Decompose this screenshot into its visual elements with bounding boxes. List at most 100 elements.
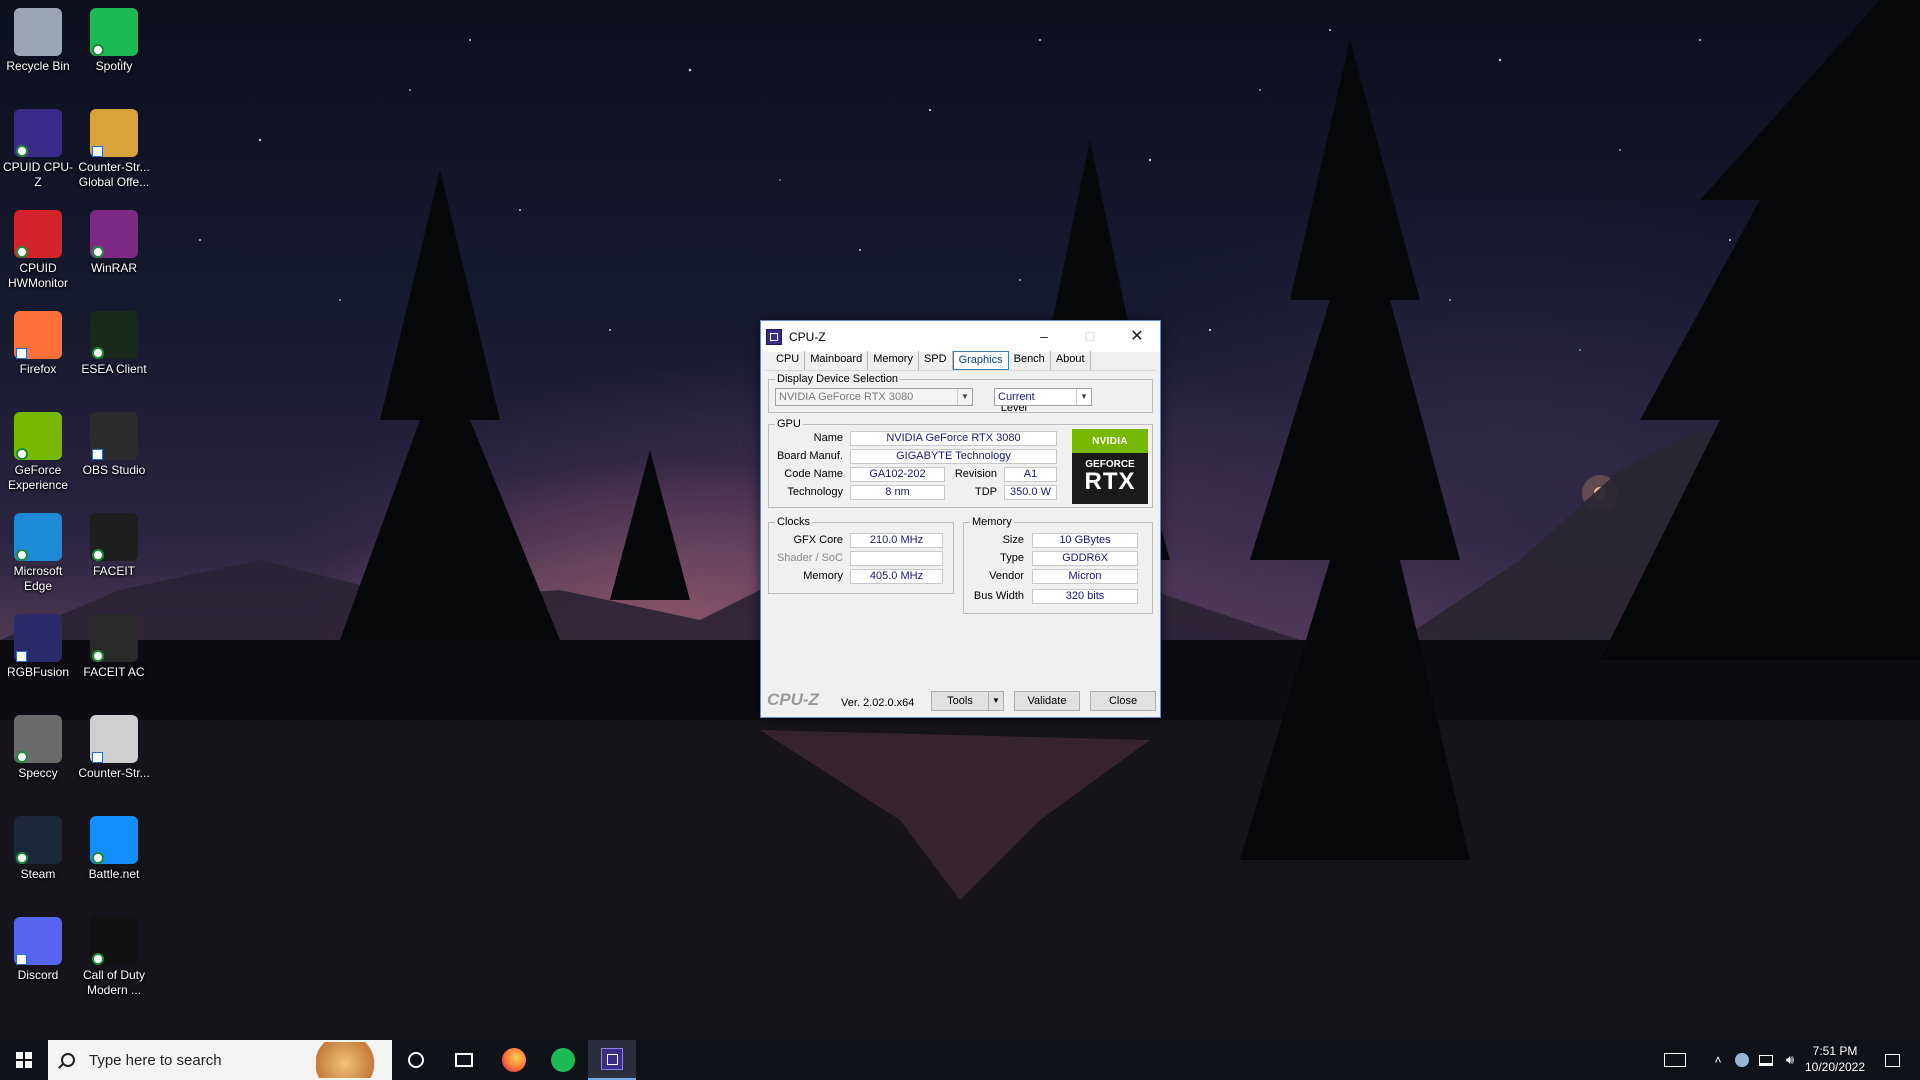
desktop-icon-label: CPUID HWMonitor xyxy=(7,261,68,290)
desktop-icon-obs[interactable]: OBS Studio xyxy=(76,404,152,478)
sync-status-icon xyxy=(92,347,104,359)
desktop-icon-geforce-experience[interactable]: GeForce Experience xyxy=(0,404,76,493)
shortcut-arrow-icon xyxy=(92,146,103,157)
tab-memory[interactable]: Memory xyxy=(868,351,919,370)
esea-icon xyxy=(90,311,138,359)
sync-status-icon xyxy=(92,549,104,561)
shortcut-arrow-icon xyxy=(16,954,27,965)
action-center-button[interactable] xyxy=(1872,1040,1912,1080)
start-button[interactable] xyxy=(0,1040,48,1080)
tab-graphics[interactable]: Graphics xyxy=(952,351,1009,370)
tray-steam[interactable] xyxy=(1730,1040,1754,1080)
tools-button[interactable]: Tools xyxy=(931,691,989,711)
close-window-button[interactable]: ✕ xyxy=(1114,321,1160,351)
display-device-select[interactable]: NVIDIA GeForce RTX 3080 ▼ xyxy=(775,388,973,406)
maximize-button[interactable]: □ xyxy=(1067,321,1113,351)
revision-value: A1 xyxy=(1004,467,1057,482)
cortana-button[interactable] xyxy=(392,1040,440,1080)
chevron-up-icon: ˄ xyxy=(1714,1053,1722,1067)
desktop-icon-label: OBS Studio xyxy=(82,463,146,477)
cpuz-icon xyxy=(14,109,62,157)
discord-icon xyxy=(14,917,62,965)
mw-icon xyxy=(90,917,138,965)
desktop-icon-label: FACEIT xyxy=(92,564,135,578)
shortcut-arrow-icon xyxy=(92,752,103,763)
counter-strike-icon xyxy=(90,715,138,763)
desktop-icon-firefox[interactable]: Firefox xyxy=(0,303,76,377)
desktop-icon-csgo[interactable]: Counter-Str... Global Offe... xyxy=(76,101,152,190)
desktop-icon-rgbfusion[interactable]: RGBFusion xyxy=(0,606,76,680)
clock-date: 10/20/2022 xyxy=(1804,1060,1866,1074)
desktop-icon-hwmonitor[interactable]: CPUID HWMonitor xyxy=(0,202,76,291)
clock-memory-label: Memory xyxy=(803,570,843,582)
battlenet-icon xyxy=(90,816,138,864)
windows-logo-icon xyxy=(16,1052,32,1068)
desktop-icon-cpuz[interactable]: CPUID CPU-Z xyxy=(0,101,76,190)
minimize-button[interactable]: – xyxy=(1021,321,1067,351)
window-title: CPU-Z xyxy=(789,329,826,344)
display-device-value: NVIDIA GeForce RTX 3080 xyxy=(779,391,914,403)
desktop-icon-mw[interactable]: Call of Duty Modern ... xyxy=(76,909,152,998)
gfx-core-label: GFX Core xyxy=(793,534,843,546)
spotify-icon xyxy=(90,8,138,56)
sync-status-icon xyxy=(92,953,104,965)
chevron-down-icon: ▼ xyxy=(957,389,972,405)
tab-spd[interactable]: SPD xyxy=(919,351,953,370)
sync-status-icon xyxy=(16,549,28,561)
task-view-icon xyxy=(455,1053,473,1067)
tools-dropdown-button[interactable]: ▼ xyxy=(988,691,1004,711)
desktop-icon-steam[interactable]: Steam xyxy=(0,808,76,882)
taskbar-cpuz[interactable] xyxy=(588,1040,636,1080)
cortana-icon xyxy=(408,1052,424,1068)
desktop-icon-faceit-ac[interactable]: FACEIT AC xyxy=(76,606,152,680)
desktop-icon-esea[interactable]: ESEA Client xyxy=(76,303,152,377)
desktop-icon-faceit[interactable]: FACEIT xyxy=(76,505,152,579)
desktop-icon-label: Firefox xyxy=(19,362,57,376)
tab-cpu[interactable]: CPU xyxy=(771,351,806,370)
edge-icon xyxy=(14,513,62,561)
perf-level-select[interactable]: Current ▼ xyxy=(994,388,1092,406)
display-device-group-title: Display Device Selection xyxy=(775,373,901,385)
network-icon xyxy=(1759,1054,1773,1066)
desktop-icon-label: FACEIT AC xyxy=(83,665,145,679)
desktop-icon-spotify[interactable]: Spotify xyxy=(76,0,152,74)
memory-group: Memory Size 10 GBytes Type GDDR6X Vendor… xyxy=(963,516,1153,614)
touch-keyboard-button[interactable] xyxy=(1655,1040,1695,1080)
taskbar-search-box[interactable]: Type here to search xyxy=(48,1040,392,1080)
sync-status-icon xyxy=(16,852,28,864)
desktop-icon-counter-strike[interactable]: Counter-Str... xyxy=(76,707,152,781)
tab-about[interactable]: About xyxy=(1051,351,1091,370)
gpu-name-value: NVIDIA GeForce RTX 3080 xyxy=(850,431,1057,446)
validate-button[interactable]: Validate xyxy=(1014,691,1080,711)
taskbar-spotify[interactable] xyxy=(539,1040,587,1080)
desktop-icon-edge[interactable]: Microsoft Edge xyxy=(0,505,76,594)
task-view-button[interactable] xyxy=(440,1040,488,1080)
network-button[interactable] xyxy=(1754,1040,1778,1080)
desktop-icon-winrar[interactable]: WinRAR xyxy=(76,202,152,276)
tab-mainboard[interactable]: Mainboard xyxy=(805,351,869,370)
show-hidden-icons-button[interactable]: ˄ xyxy=(1708,1040,1728,1080)
desktop-icon-label: Call of Duty Modern ... xyxy=(82,968,146,997)
memory-group-title: Memory xyxy=(970,516,1014,528)
sync-status-icon xyxy=(92,44,104,56)
hwmonitor-icon xyxy=(14,210,62,258)
close-button[interactable]: Close xyxy=(1090,691,1156,711)
desktop-icon-discord[interactable]: Discord xyxy=(0,909,76,983)
desktop-icon-label: Spotify xyxy=(95,59,133,73)
clocks-group-title: Clocks xyxy=(775,516,813,528)
desktop-icon-label: ESEA Client xyxy=(81,362,147,376)
taskbar-firefox[interactable] xyxy=(490,1040,538,1080)
tab-bench[interactable]: Bench xyxy=(1009,351,1051,370)
winrar-icon xyxy=(90,210,138,258)
cpuz-titlebar[interactable]: CPU-Z – □ ✕ xyxy=(761,321,1160,352)
search-highlight-icon xyxy=(316,1042,388,1078)
desktop-icon-speccy[interactable]: Speccy xyxy=(0,707,76,781)
gpu-group-title: GPU xyxy=(775,418,803,430)
technology-value: 8 nm xyxy=(850,485,945,500)
shader-soc-label: Shader / SoC xyxy=(776,552,843,564)
volume-button[interactable]: 🔊︎ xyxy=(1778,1040,1802,1080)
clock-memory-value: 405.0 MHz xyxy=(850,569,943,584)
system-clock[interactable]: 7:51 PM 10/20/2022 xyxy=(1800,1043,1870,1075)
desktop-icon-battlenet[interactable]: Battle.net xyxy=(76,808,152,882)
desktop-icon-recycle-bin[interactable]: Recycle Bin xyxy=(0,0,76,74)
